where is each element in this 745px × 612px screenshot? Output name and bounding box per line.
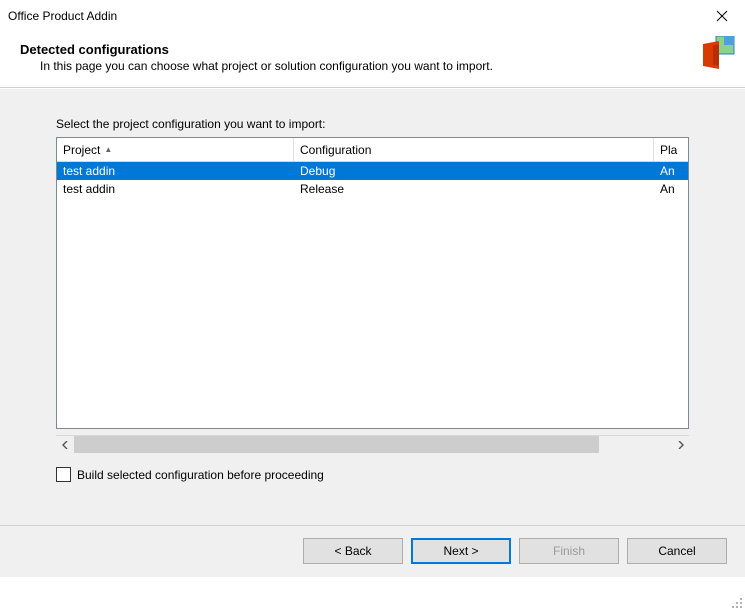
column-header-platform-label: Pla	[660, 143, 677, 157]
cell-project: test addin	[57, 164, 294, 178]
cell-platform: An	[654, 182, 688, 196]
build-checkbox-row[interactable]: Build selected configuration before proc…	[56, 467, 689, 482]
back-button[interactable]: < Back	[303, 538, 403, 564]
table-row[interactable]: test addin Release An	[57, 180, 688, 198]
prompt-label: Select the project configuration you wan…	[56, 117, 689, 131]
finish-button: Finish	[519, 538, 619, 564]
table-row[interactable]: test addin Debug An	[57, 162, 688, 180]
page-title: Detected configurations	[20, 42, 699, 57]
wizard-body: Select the project configuration you wan…	[0, 88, 745, 525]
wizard-header: Detected configurations In this page you…	[0, 32, 745, 88]
column-header-configuration-label: Configuration	[300, 143, 371, 157]
cell-configuration: Debug	[294, 164, 654, 178]
config-listview[interactable]: Project ▲ Configuration Pla test addin D…	[56, 137, 689, 429]
build-checkbox[interactable]	[56, 467, 71, 482]
sort-asc-icon: ▲	[104, 145, 112, 154]
column-header-project-label: Project	[63, 143, 100, 157]
listview-header: Project ▲ Configuration Pla	[57, 138, 688, 162]
office-icon	[699, 36, 735, 72]
titlebar: Office Product Addin	[0, 0, 745, 32]
wizard-footer: < Back Next > Finish Cancel	[0, 525, 745, 577]
close-icon	[716, 10, 728, 22]
chevron-right-icon	[677, 441, 684, 449]
cell-project: test addin	[57, 182, 294, 196]
cell-platform: An	[654, 164, 688, 178]
listview-rows: test addin Debug An test addin Release A…	[57, 162, 688, 198]
scroll-left-button[interactable]	[56, 436, 74, 453]
page-subtitle: In this page you can choose what project…	[20, 59, 699, 73]
column-header-configuration[interactable]: Configuration	[294, 138, 654, 161]
close-button[interactable]	[709, 3, 735, 29]
chevron-left-icon	[62, 441, 69, 449]
scroll-track[interactable]	[74, 436, 671, 453]
column-header-project[interactable]: Project ▲	[57, 138, 294, 161]
window-title: Office Product Addin	[8, 9, 117, 23]
cancel-button[interactable]: Cancel	[627, 538, 727, 564]
column-header-platform[interactable]: Pla	[654, 138, 689, 161]
build-checkbox-label: Build selected configuration before proc…	[77, 468, 324, 482]
horizontal-scrollbar[interactable]	[56, 435, 689, 453]
scroll-right-button[interactable]	[671, 436, 689, 453]
cell-configuration: Release	[294, 182, 654, 196]
next-button[interactable]: Next >	[411, 538, 511, 564]
resize-grip-icon	[731, 597, 743, 609]
scroll-thumb[interactable]	[74, 436, 599, 453]
